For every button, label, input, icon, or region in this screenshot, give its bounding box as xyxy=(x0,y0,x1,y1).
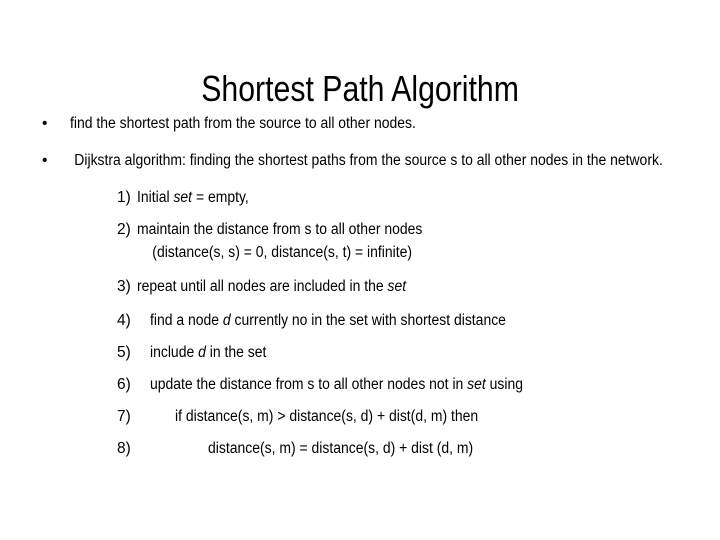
numbered-step-list: 1) Initial set = empty, 2) maintain the … xyxy=(0,187,720,460)
bullet-item: • find the shortest path from the source… xyxy=(0,112,720,136)
step-text-before: include xyxy=(150,344,199,361)
step-text-before: maintain the distance from s to all othe… xyxy=(137,221,423,238)
step-text-before: Initial xyxy=(137,189,174,206)
step-item: 5) include d in the set xyxy=(0,342,720,364)
slide-body: • find the shortest path from the source… xyxy=(0,112,720,470)
step-text-emphasis: set xyxy=(467,376,486,393)
step-text: if distance(s, m) > distance(s, d) + dis… xyxy=(175,408,479,425)
step-text: maintain the distance from s to all othe… xyxy=(137,219,709,264)
step-text-after: in the set xyxy=(205,344,267,361)
bullet-text: Dijkstra algorithm: finding the shortest… xyxy=(74,152,663,169)
page-title: Shortest Path Algorithm xyxy=(0,68,720,110)
step-text-after: using xyxy=(485,376,524,393)
step-text-before: update the distance from s to all other … xyxy=(150,376,468,393)
step-item: 3) repeat until all nodes are included i… xyxy=(0,276,720,298)
step-text: include d in the set xyxy=(150,342,709,364)
bullet-marker-icon: • xyxy=(42,115,48,132)
step-text-emphasis: d xyxy=(198,344,206,361)
step-item: 7) if distance(s, m) > distance(s, d) + … xyxy=(0,406,720,428)
step-subline: (distance(s, s) = 0, distance(s, t) = in… xyxy=(152,244,413,261)
step-text-emphasis: set xyxy=(173,189,193,206)
bullet-item: • Dijkstra algorithm: finding the shorte… xyxy=(0,149,720,173)
slide-canvas: Shortest Path Algorithm • find the short… xyxy=(0,0,720,540)
step-text: update the distance from s to all other … xyxy=(150,374,709,396)
step-text-before: find a node xyxy=(150,312,223,329)
step-item: 2) maintain the distance from s to all o… xyxy=(0,219,720,264)
step-text-emphasis: set xyxy=(387,278,407,295)
step-item: 8) distance(s, m) = distance(s, d) + dis… xyxy=(0,438,720,460)
step-item: 4) find a node d currently no in the set… xyxy=(0,310,720,332)
step-text-emphasis: d xyxy=(222,312,231,329)
step-text: distance(s, m) = distance(s, d) + dist (… xyxy=(208,440,474,457)
step-text: Initial set = empty, xyxy=(137,187,709,209)
step-item: 6) update the distance from s to all oth… xyxy=(0,374,720,396)
step-text: find a node d currently no in the set wi… xyxy=(150,310,709,332)
step-text-after: = empty, xyxy=(192,189,249,206)
step-text-after: currently no in the set with shortest di… xyxy=(230,312,506,329)
page-title-text: Shortest Path Algorithm xyxy=(201,68,519,110)
bullet-marker-icon: • xyxy=(42,152,48,169)
step-text-before: repeat until all nodes are included in t… xyxy=(137,278,388,295)
step-text: repeat until all nodes are included in t… xyxy=(137,276,709,298)
bullet-text: find the shortest path from the source t… xyxy=(70,115,416,132)
step-item: 1) Initial set = empty, xyxy=(0,187,720,209)
